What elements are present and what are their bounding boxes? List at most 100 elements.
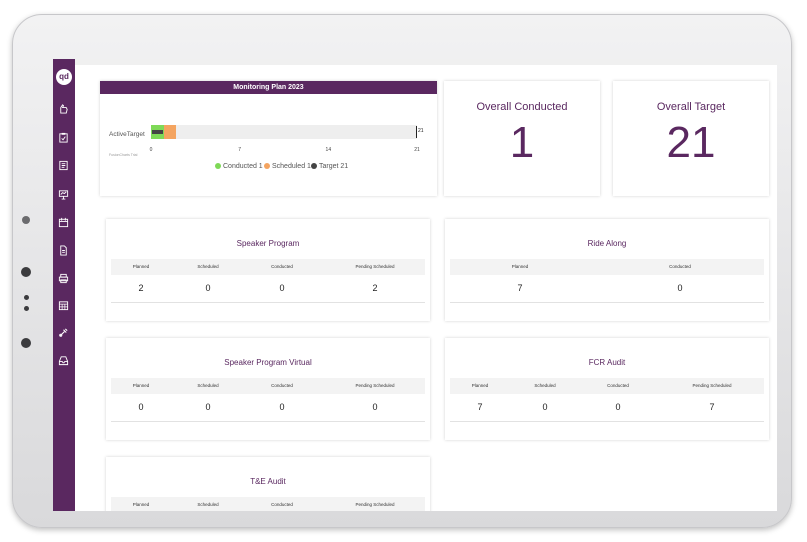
inbox-icon[interactable] [58,355,69,366]
conducted-value: 0 [677,283,683,293]
column-header: Conducted [271,264,293,269]
pending-scheduled-value: 7 [709,402,715,412]
tools-icon[interactable] [58,327,69,338]
section-title: Ride Along [587,239,627,248]
app-logo[interactable]: qd [56,69,72,85]
clipboard-icon[interactable] [58,132,69,143]
section-title: FCR Audit [588,358,626,367]
legend-dot [215,163,221,169]
table-row: 0 0 0 0 [111,395,425,422]
overall-target-label: Overall Target [656,101,726,113]
target-marker-label: 21 [418,128,424,134]
camera-lens [21,267,31,277]
speaker-program-virtual-card: Speaker Program Virtual Planned Schedule… [106,338,430,440]
fcr-audit-card: FCR Audit Planned Scheduled Conducted Pe… [445,338,769,440]
pending-scheduled-value: 2 [372,283,378,293]
column-header: Scheduled [197,502,219,507]
ride-along-card: Ride Along Planned Conducted 7 0 [445,219,769,321]
overall-conducted-card: Overall Conducted 1 [444,81,600,196]
legend-label: Conducted 1 [223,163,263,170]
legend-conducted[interactable]: Conducted 1 [215,163,263,170]
overall-target-card: Overall Target 21 [613,81,769,196]
presentation-icon[interactable] [58,189,69,200]
bullet-track [151,125,417,139]
printer-icon[interactable] [58,273,69,284]
planned-value: 7 [517,283,523,293]
axis-tick: 7 [238,147,242,153]
table-row: 7 0 0 7 [450,395,764,422]
target-marker [416,126,417,138]
column-header: Conducted [271,502,293,507]
scheduled-value: 0 [542,402,548,412]
planned-value: 2 [138,283,144,293]
axis-tick: 21 [414,147,420,153]
top-bar [75,59,777,65]
axis-tick: 0 [149,147,153,153]
column-header: Pending Scheduled [355,383,395,388]
table-header: Planned Scheduled Conducted Pending Sche… [111,259,425,275]
camera-dot [22,216,30,224]
table-header: Planned Scheduled Conducted Pending Sche… [111,497,425,511]
conducted-value: 0 [279,402,285,412]
column-header: Conducted [607,383,629,388]
calendar-icon[interactable] [58,217,69,228]
column-header: Planned [511,264,529,269]
conducted-value: 0 [615,402,621,412]
legend-dot [311,163,317,169]
axis-tick: 14 [325,147,332,153]
column-header: Scheduled [197,264,219,269]
hand-icon[interactable] [58,103,69,114]
conducted-value: 0 [279,283,285,293]
te-audit-card: T&E Audit Planned Scheduled Conducted Pe… [106,457,430,511]
section-title: Speaker Program [236,239,300,248]
table-header: Planned Scheduled Conducted Pending Sche… [111,378,425,394]
column-header: Planned [132,383,150,388]
section-title: Speaker Program Virtual [224,358,312,367]
legend-dot [264,163,270,169]
pending-scheduled-value: 0 [372,402,378,412]
column-header: Planned [132,264,150,269]
sensor-dot [24,295,29,300]
scheduled-bar [163,125,177,139]
legend-scheduled[interactable]: Scheduled 1 [264,163,311,170]
column-header: Scheduled [534,383,556,388]
table-row: 7 0 [450,276,764,303]
calendar-grid-icon[interactable] [58,300,69,311]
legend-label: Scheduled 1 [272,163,311,170]
column-header: Conducted [669,264,691,269]
scheduled-value: 0 [205,402,211,412]
conducted-inner-bar [152,130,163,134]
column-header: Planned [132,502,150,507]
overall-conducted-value: 1 [509,118,535,167]
checklist-icon[interactable] [58,160,69,171]
monitoring-plan-card: Monitoring Plan 2023 ActiveTarget Fusion… [100,81,437,196]
column-header: Conducted [271,383,293,388]
column-header: Planned [471,383,489,388]
document-icon[interactable] [58,245,69,256]
category-label: ActiveTarget [109,131,145,138]
main-content: Monitoring Plan 2023 ActiveTarget Fusion… [75,59,777,511]
table-row: 2 0 0 2 [111,276,425,303]
column-header: Pending Scheduled [355,502,395,507]
legend-target[interactable]: Target 21 [311,163,348,170]
chart-credit: FusionCharts Trial [109,153,138,157]
overall-target-value: 21 [666,118,716,167]
legend-label: Target 21 [319,163,349,170]
overall-conducted-label: Overall Conducted [476,101,568,113]
column-header: Pending Scheduled [692,383,732,388]
home-button [21,338,31,348]
table-header: Planned Conducted [450,259,764,275]
table-header: Planned Scheduled Conducted Pending Sche… [450,378,764,394]
sensor-dot [24,306,29,311]
column-header: Scheduled [197,383,219,388]
app-screen: qd Monitoring Plan 2023 ActiveTarget Fus… [53,59,777,511]
speaker-program-card: Speaker Program Planned Scheduled Conduc… [106,219,430,321]
monitoring-plan-title: Monitoring Plan 2023 [100,81,437,94]
section-title: T&E Audit [250,477,286,486]
sidebar: qd [53,59,75,511]
tablet-frame: qd Monitoring Plan 2023 ActiveTarget Fus… [12,14,792,528]
column-header: Pending Scheduled [355,264,395,269]
planned-value: 7 [477,402,483,412]
scheduled-value: 0 [205,283,211,293]
planned-value: 0 [138,402,144,412]
